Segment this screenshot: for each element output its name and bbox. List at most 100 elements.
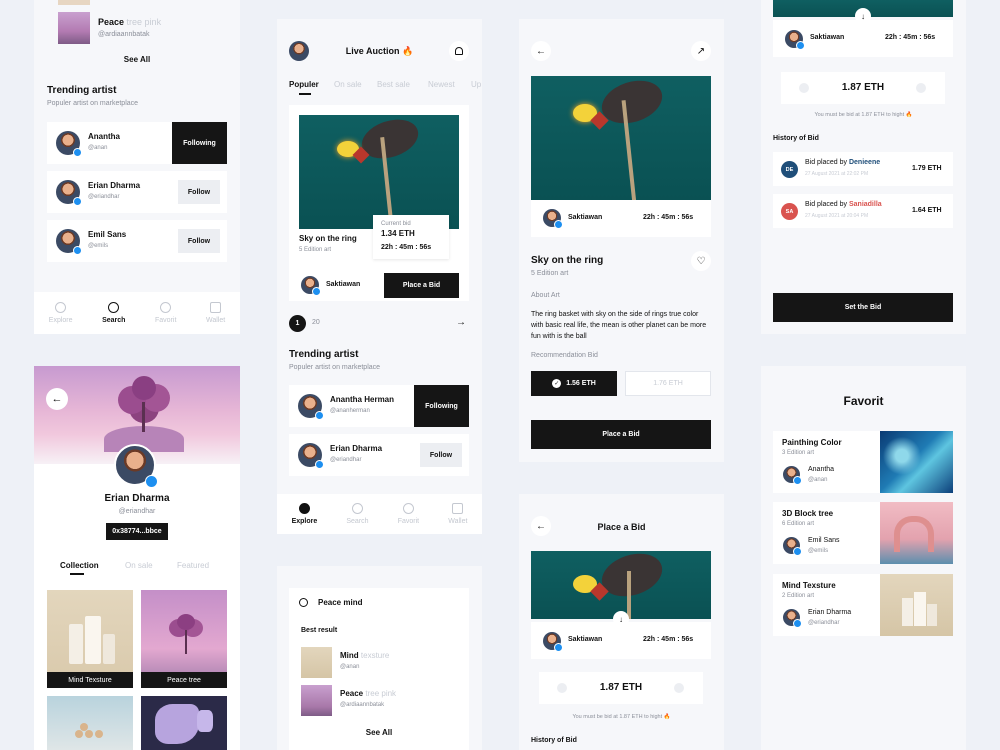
artist-row[interactable]: Anantha @anan Following	[47, 122, 227, 164]
avatar	[298, 443, 324, 469]
follow-button[interactable]: Follow	[420, 443, 462, 467]
following-button[interactable]: Following	[414, 385, 469, 427]
tab-on-sale[interactable]: On sale	[334, 80, 362, 89]
place-bid-button[interactable]: Place a Bid	[384, 273, 459, 298]
owner-name: Saktiawan	[568, 636, 603, 643]
peace-thumbnail[interactable]	[58, 12, 90, 44]
owner-bar: Saktiawan 22h : 45m : 56s	[773, 20, 953, 57]
tab-on-sale[interactable]: On sale	[125, 561, 153, 570]
nav-wallet[interactable]: Wallet	[206, 302, 225, 324]
owner-name: Saktiawan	[326, 281, 361, 288]
result-subtitle: tree pink	[126, 17, 162, 27]
artwork-image	[531, 76, 711, 200]
favorit-user: Emil Sans	[808, 537, 840, 544]
owner-avatar	[785, 30, 805, 50]
nav-favorit[interactable]: Favorit	[155, 302, 176, 324]
see-all-link[interactable]: See All	[289, 728, 469, 737]
artist-row[interactable]: Erian Dharma @eriandhar Follow	[47, 171, 227, 213]
notification-button[interactable]	[449, 41, 469, 61]
back-button[interactable]: ←	[46, 388, 68, 410]
share-icon: ↗	[696, 45, 706, 57]
nav-explore[interactable]: Explore	[292, 503, 317, 525]
artwork-title: Sky on the ring	[531, 255, 604, 266]
rec-bid-option-selected[interactable]: ✓ 1.56 ETH	[531, 371, 617, 396]
favorit-image	[880, 574, 953, 636]
following-button[interactable]: Following	[172, 122, 227, 164]
bidder-avatar: DE	[781, 161, 798, 178]
collection-item[interactable]: Mind Texsture	[47, 590, 133, 688]
artist-row[interactable]: Anantha Herman @ananherman Following	[289, 385, 469, 427]
favorit-item[interactable]: Painthing Color 3 Edition art Anantha @a…	[773, 431, 953, 493]
collection-item[interactable]	[141, 696, 227, 750]
tab-upcoming[interactable]: Up	[471, 80, 481, 89]
collection-item[interactable]: Peace tree	[141, 590, 227, 688]
favorite-button[interactable]: ♡	[691, 251, 711, 271]
share-button[interactable]: ↗	[691, 41, 711, 61]
page-indicator-current[interactable]: 1	[289, 315, 306, 332]
back-button[interactable]: ←	[531, 41, 551, 61]
follow-button[interactable]: Follow	[178, 229, 220, 253]
favorit-item[interactable]: Mind Texsture 2 Edition art Erian Dharma…	[773, 574, 953, 636]
tab-best-sale[interactable]: Best sale	[377, 80, 410, 89]
artist-name: Anantha Herman	[330, 395, 395, 404]
artist-handle: @anan	[88, 145, 108, 151]
place-bid-screen: ← Place a Bid ↓ Saktiawan 22h : 45m : 56…	[519, 494, 724, 750]
artist-row[interactable]: Erian Dharma @eriandhar Follow	[289, 434, 469, 476]
compass-icon	[298, 503, 310, 514]
plus-icon[interactable]	[674, 683, 684, 693]
current-bid-value: 1.34 ETH	[381, 229, 415, 238]
search-bar[interactable]: Peace mind	[289, 588, 469, 618]
result-user: @anan	[340, 664, 360, 670]
wallet-icon	[452, 503, 464, 514]
result-user: @ardiaannbatak	[340, 702, 385, 708]
bid-amount-stepper[interactable]: 1.87 ETH	[781, 72, 945, 104]
profile-handle: @eriandhar	[118, 508, 156, 515]
tab-collection[interactable]: Collection	[60, 561, 99, 570]
bell-icon	[455, 47, 463, 55]
result-thumbnail[interactable]	[301, 647, 332, 678]
see-all-link[interactable]: See All	[34, 55, 240, 64]
fire-icon: 🔥	[905, 112, 913, 118]
favorit-item[interactable]: 3D Block tree 6 Edition art Emil Sans @e…	[773, 502, 953, 564]
favorit-user: Erian Dharma	[808, 609, 852, 616]
artist-row[interactable]: Emil Sans @emils Follow	[47, 220, 227, 262]
tab-featured[interactable]: Featured	[177, 561, 209, 570]
tab-newest[interactable]: Newest	[428, 80, 455, 89]
trending-title: Trending artist	[289, 349, 359, 360]
nav-favorit[interactable]: Favorit	[398, 503, 419, 525]
auction-timer: 22h : 45m : 56s	[643, 214, 694, 221]
favorit-edition: 6 Edition art	[782, 521, 815, 527]
place-bid-button[interactable]: Place a Bid	[531, 420, 711, 449]
nav-search[interactable]: Search	[102, 302, 125, 324]
search-screen: Peace tree pink @ardiaannbatak See All T…	[34, 0, 240, 334]
plus-icon[interactable]	[916, 83, 926, 93]
favorit-title: 3D Block tree	[782, 509, 834, 518]
set-bid-button[interactable]: Set the Bid	[773, 293, 953, 322]
favorit-handle: @emils	[808, 548, 829, 554]
follow-button[interactable]: Follow	[178, 180, 220, 204]
nav-wallet[interactable]: Wallet	[448, 503, 467, 525]
bidder-name[interactable]: Denieene	[849, 159, 880, 166]
collection-item[interactable]	[47, 696, 133, 750]
check-icon: ✓	[552, 379, 562, 388]
bottom-nav: Explore Search Favorit Wallet	[277, 494, 482, 534]
avatar	[783, 537, 802, 556]
artist-handle: @ananherman	[330, 408, 370, 414]
bidder-name[interactable]: Saniadilla	[849, 201, 882, 208]
bid-value: 1.79 ETH	[912, 165, 942, 172]
bid-amount-stepper[interactable]: 1.87 ETH	[539, 672, 703, 704]
nav-search[interactable]: Search	[346, 503, 369, 525]
nav-explore[interactable]: Explore	[49, 302, 73, 324]
wallet-address-badge[interactable]: 0x38774...bbce	[106, 523, 168, 540]
auction-card[interactable]: Current bid 1.34 ETH 22h : 45m : 56s Sky…	[289, 105, 469, 301]
owner-name: Saktiawan	[568, 214, 603, 221]
arrow-right-icon[interactable]: →	[456, 317, 466, 328]
tab-populer[interactable]: Populer	[289, 80, 319, 89]
profile-name: Erian Dharma	[104, 493, 170, 504]
explore-screen: Live Auction 🔥 Populer On sale Best sale…	[277, 19, 482, 534]
avatar	[56, 229, 82, 255]
rec-bid-option[interactable]: 1.76 ETH	[625, 371, 711, 396]
result-thumbnail[interactable]	[301, 685, 332, 716]
search-input[interactable]: Peace mind	[318, 598, 362, 607]
heart-icon	[402, 503, 414, 514]
